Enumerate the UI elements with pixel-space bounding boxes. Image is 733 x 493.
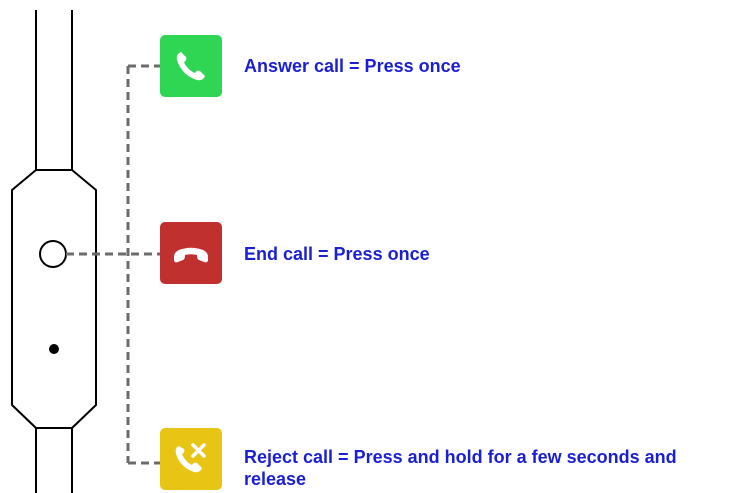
answer-call-label: Answer call = Press once	[244, 56, 461, 76]
phone-hangup-icon	[160, 222, 222, 284]
reject-call-icon-box	[160, 428, 222, 490]
phone-answer-icon	[160, 35, 222, 97]
remote-control-body	[11, 169, 97, 429]
remote-center-button[interactable]	[39, 240, 67, 268]
reject-call-label: Reject call = Press and hold for a few s…	[244, 447, 677, 489]
microphone-dot	[49, 344, 59, 354]
end-call-label: End call = Press once	[244, 244, 430, 264]
phone-reject-icon	[160, 428, 222, 490]
end-call-icon-box	[160, 222, 222, 284]
answer-call-icon-box	[160, 35, 222, 97]
